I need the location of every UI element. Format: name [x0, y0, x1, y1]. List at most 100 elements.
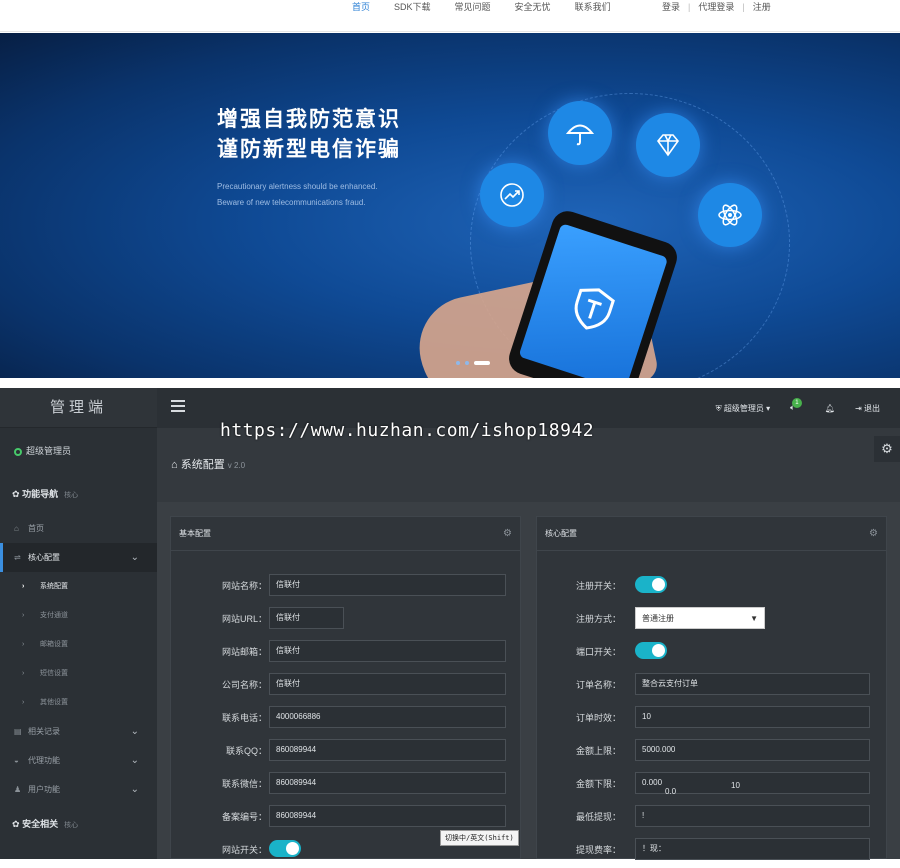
sidebar-sub-sms[interactable]: › 短信设置: [0, 659, 157, 688]
icp-input[interactable]: 860089944: [269, 805, 506, 827]
site-name-input[interactable]: 信联付: [269, 574, 344, 596]
nav-faq[interactable]: 常见问题: [455, 0, 491, 14]
sidebar-sub-email[interactable]: › 邮箱设置: [0, 630, 157, 659]
sidebar-sub-payment[interactable]: › 支付通道: [0, 601, 157, 630]
nav-security[interactable]: 安全无忧: [515, 0, 551, 14]
menu-icon[interactable]: [171, 400, 185, 412]
field-label: 备案编号：: [221, 812, 267, 822]
field-label: 注册方式：: [575, 614, 621, 624]
topbar-actions: ⛨ 超级管理员 ▾ 🔈︎1 🔔︎ ⇥ 退出: [716, 388, 880, 428]
input-extension[interactable]: [344, 640, 506, 662]
field-label: 网站URL：: [221, 614, 267, 624]
field-label: 订单名称：: [575, 680, 621, 690]
form-row: 订单时效： 10: [537, 703, 886, 736]
input-extension[interactable]: [344, 574, 506, 596]
logout-button[interactable]: ⇥ 退出: [855, 403, 880, 414]
sidebar-item-label: 核心配置: [28, 553, 60, 562]
gear-icon: ✿: [12, 489, 20, 499]
sidebar-sub-system[interactable]: › 系统配置: [0, 572, 157, 601]
banner-title-line: 增强自我防范意识: [217, 108, 401, 131]
panel-title: 基本配置: [179, 529, 211, 538]
role-dropdown[interactable]: ⛨ 超级管理员 ▾: [716, 403, 770, 414]
form-row: 注册开关：: [537, 571, 886, 604]
field-label: 网站邮箱：: [221, 647, 267, 657]
logout-icon: ⇥: [855, 403, 862, 413]
carousel-dot[interactable]: [474, 361, 490, 365]
sidebar-item-label: 用户功能: [28, 785, 60, 794]
carousel-dot[interactable]: [456, 361, 460, 365]
wechat-input[interactable]: 860089944: [269, 772, 506, 794]
settings-gear-icon[interactable]: ⚙: [874, 436, 900, 462]
panel-header: 基本配置 ⚙: [171, 517, 520, 551]
register-switch-toggle[interactable]: [635, 576, 667, 593]
field-label: 联系QQ：: [225, 746, 267, 756]
max-amount-input[interactable]: 5000.000: [635, 739, 870, 761]
site-email-input[interactable]: 信联付: [269, 640, 344, 662]
chevron-down-icon: ⌄: [130, 784, 139, 795]
sidebar-sub-other[interactable]: › 其他设置: [0, 688, 157, 717]
nav-contact[interactable]: 联系我们: [575, 0, 611, 14]
form-row: 联系QQ： 860089944: [171, 736, 520, 769]
sidebar-item-records[interactable]: ▤ 相关记录 ⌄: [0, 717, 157, 746]
ime-tooltip: 切换中/英文(Shift): [440, 830, 519, 846]
banner-subtitle-line: Precautionary alertness should be enhanc…: [217, 182, 378, 191]
chevron-right-icon: ›: [22, 641, 25, 648]
hero-banner[interactable]: 增强自我防范意识 谨防新型电信诈骗 Precautionary alertnes…: [0, 33, 900, 378]
field-label: 金额下限：: [575, 779, 621, 789]
nav-home[interactable]: 首页: [352, 0, 370, 14]
gear-icon: ✿: [12, 819, 20, 829]
chevron-right-icon: ›: [22, 670, 25, 677]
divider: |: [688, 2, 691, 12]
phone-input[interactable]: 4000066886: [269, 706, 506, 728]
gear-icon[interactable]: ⚙: [869, 517, 878, 551]
page-title-text: 系统配置: [180, 459, 225, 471]
trend-chart-icon: [480, 163, 544, 227]
divider: |: [742, 2, 745, 12]
sidebar-item-agent[interactable]: ◒ 代理功能 ⌄: [0, 746, 157, 775]
field-label: 订单时效：: [575, 713, 621, 723]
port-switch-toggle[interactable]: [635, 642, 667, 659]
auth-links: 登录 | 代理登录 | 注册: [662, 0, 771, 14]
min-withdraw-input[interactable]: !: [635, 805, 870, 827]
chevron-right-icon: ›: [22, 612, 25, 619]
form-row: 联系电话： 4000066886: [171, 703, 520, 736]
message-button[interactable]: 🔈︎1: [790, 397, 805, 414]
home-icon: ⌂: [14, 524, 19, 533]
sidebar-item-users[interactable]: ♟ 用户功能 ⌄: [0, 775, 157, 804]
order-timeout-input[interactable]: 10: [635, 706, 870, 728]
field-label: 联系微信：: [221, 779, 267, 789]
field-label: 端口开关：: [575, 647, 621, 657]
basic-config-panel: 基本配置 ⚙ 网站名称： 信联付 网站URL： 信联付 网站邮箱： 信联付 公司名称：…: [170, 516, 521, 859]
page-title: ⌂ 系统配置 v 2.0: [171, 456, 245, 472]
site-url-input[interactable]: 信联付: [269, 607, 344, 629]
login-link[interactable]: 登录: [662, 0, 680, 14]
form-row: 网站URL： 信联付: [171, 604, 520, 637]
online-status-icon: [14, 447, 22, 456]
section-security-title: ✿ 安全相关 核心: [0, 804, 157, 844]
field-label: 金额上限：: [575, 746, 621, 756]
sidebar-item-core[interactable]: ⇌ 核心配置 ⌄: [0, 543, 157, 572]
site-header: 首页 SDK下载 常见问题 安全无忧 联系我们 登录 | 代理登录 | 注册: [0, 0, 900, 32]
sidebar-item-label: 首页: [28, 524, 44, 533]
form-row: 公司名称： 信联付: [171, 670, 520, 703]
form-row: 提现费率： ！现：: [537, 835, 886, 868]
withdraw-fee-input[interactable]: ！现：: [635, 838, 870, 860]
bell-icon[interactable]: 🔔︎: [825, 404, 835, 413]
register-link[interactable]: 注册: [753, 0, 771, 14]
order-name-input[interactable]: 整合云支付订单: [635, 673, 870, 695]
gear-icon[interactable]: ⚙: [503, 517, 512, 551]
company-name-input[interactable]: 信联付: [269, 673, 506, 695]
chevron-right-icon: ›: [22, 699, 25, 706]
agent-login-link[interactable]: 代理登录: [698, 0, 734, 14]
register-mode-select[interactable]: 普通注册 ▼: [635, 607, 765, 629]
nav-sdk[interactable]: SDK下载: [394, 0, 431, 14]
field-label: 公司名称：: [221, 680, 267, 690]
site-switch-toggle[interactable]: [269, 840, 301, 857]
sidebar: 管理端 超级管理员 ✿ 功能导航 核心 ⌂ 首页 ⇌ 核心配置 ⌄ › 系统配置 › 支付…: [0, 388, 157, 859]
sidebar-item-home[interactable]: ⌂ 首页: [0, 514, 157, 543]
sidebar-sub-label: 短信设置: [40, 670, 68, 677]
carousel-dot[interactable]: [465, 361, 469, 365]
overlay-value: 0.0: [665, 787, 677, 796]
url-watermark: https://www.huzhan.com/ishop18942: [220, 420, 595, 441]
qq-input[interactable]: 860089944: [269, 739, 506, 761]
